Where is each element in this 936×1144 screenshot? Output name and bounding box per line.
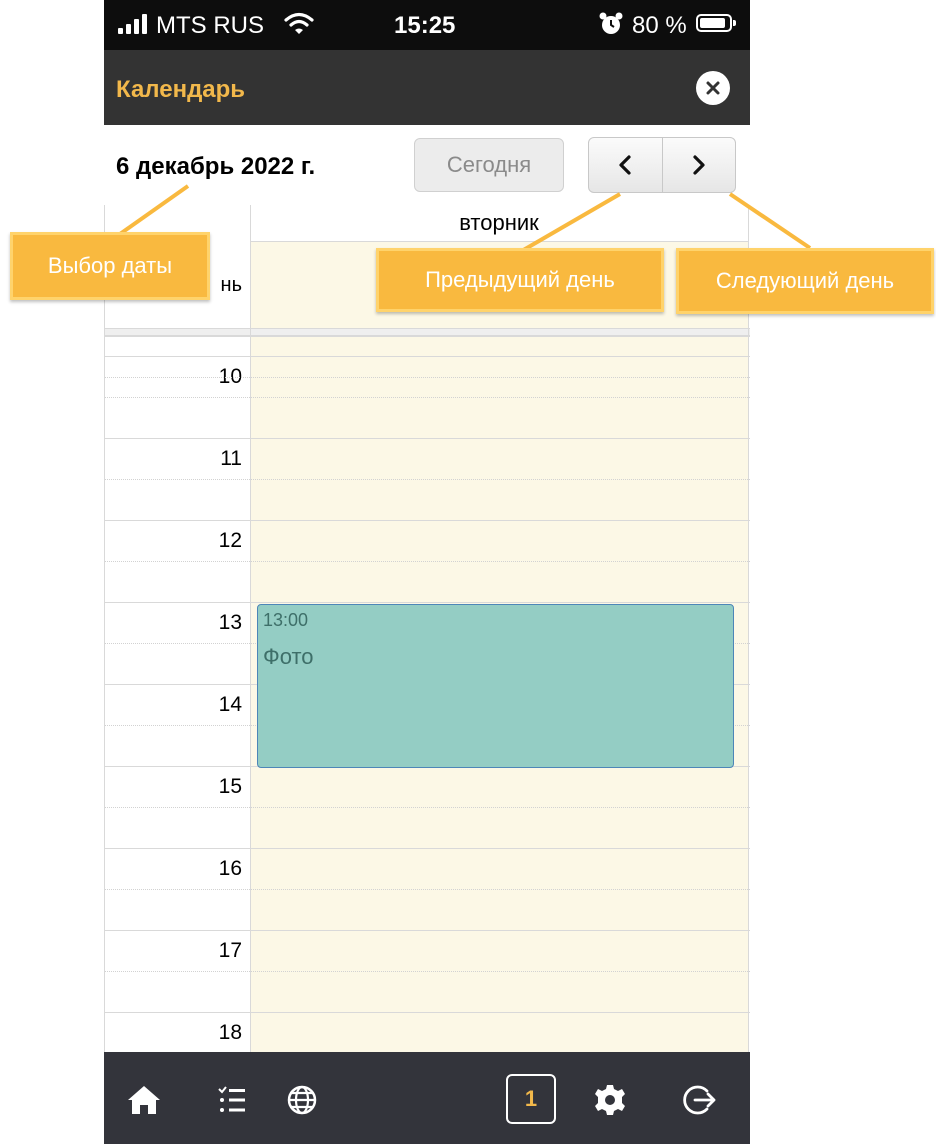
globe-icon (287, 1085, 317, 1115)
bottom-toolbar: 1 (104, 1052, 750, 1144)
hour-label: 14 (218, 693, 242, 716)
event-title: Фото (263, 644, 314, 669)
hour-label: 13 (218, 611, 242, 634)
today-button[interactable]: Сегодня (414, 138, 564, 192)
home-icon (128, 1086, 160, 1114)
allday-label: нь (220, 274, 242, 296)
wifi-icon (284, 12, 314, 41)
time-column-divider (250, 205, 251, 1052)
close-icon (706, 81, 720, 95)
status-bar: MTS RUS 15:25 80 % (104, 0, 750, 50)
alarm-icon (598, 11, 624, 42)
chevron-left-icon (619, 155, 631, 175)
hour-row[interactable]: 15 (104, 766, 750, 848)
callout-date-pick: Выбор даты (10, 232, 210, 300)
app-header: Календарь (104, 50, 750, 125)
hour-row[interactable]: 17 (104, 930, 750, 1012)
callout-next-day: Следующий день (676, 248, 934, 314)
prev-day-button[interactable] (589, 138, 662, 192)
next-day-button[interactable] (661, 138, 736, 192)
clock-time: 15:25 (394, 12, 456, 39)
page-title: Календарь (116, 76, 246, 103)
grid-left-border (104, 205, 105, 1052)
logout-icon (683, 1085, 716, 1115)
list-button[interactable] (212, 1080, 252, 1120)
hour-label: 18 (218, 1021, 242, 1044)
calendar-event[interactable]: 13:00 Фото (257, 604, 734, 768)
signal-icon (118, 14, 147, 34)
partial-hour-row (104, 336, 750, 378)
globe-button[interactable] (282, 1080, 322, 1120)
day-nav-group (588, 137, 736, 193)
hour-label: 16 (218, 857, 242, 880)
grid-right-border (748, 205, 749, 1052)
hour-label: 15 (218, 775, 242, 798)
list-icon (218, 1086, 245, 1112)
battery-percent: 80 % (632, 12, 687, 39)
home-button[interactable] (124, 1080, 164, 1120)
hour-row[interactable]: 12 (104, 520, 750, 602)
logout-button[interactable] (680, 1080, 720, 1120)
phone-screen: MTS RUS 15:25 80 % Календарь 6 декабрь 2… (104, 0, 750, 1144)
hour-label: 12 (218, 529, 242, 552)
event-time: 13:00 (263, 610, 309, 630)
allday-divider (104, 328, 750, 336)
chevron-right-icon (693, 155, 705, 175)
hour-row[interactable]: 11 (104, 438, 750, 520)
hour-label: 17 (218, 939, 242, 962)
battery-icon (696, 14, 736, 32)
calendar-grid: вторник нь 10 11 12 13 14 15 16 17 18 13… (104, 205, 750, 1054)
callout-prev-day: Предыдущий день (376, 248, 664, 312)
day-view: вторник нь 10 11 12 13 14 15 16 17 18 13… (104, 205, 750, 1054)
today-badge-button[interactable]: 1 (506, 1074, 556, 1124)
close-button[interactable] (696, 71, 730, 105)
gear-icon (595, 1085, 625, 1115)
day-header: вторник (250, 205, 748, 242)
settings-button[interactable] (590, 1080, 630, 1120)
hour-row[interactable]: 16 (104, 848, 750, 930)
date-picker-title[interactable]: 6 декабрь 2022 г. (116, 153, 315, 181)
hour-label: 11 (220, 447, 242, 470)
carrier-label: MTS RUS (156, 12, 264, 39)
hour-row[interactable]: 10 (104, 356, 750, 438)
